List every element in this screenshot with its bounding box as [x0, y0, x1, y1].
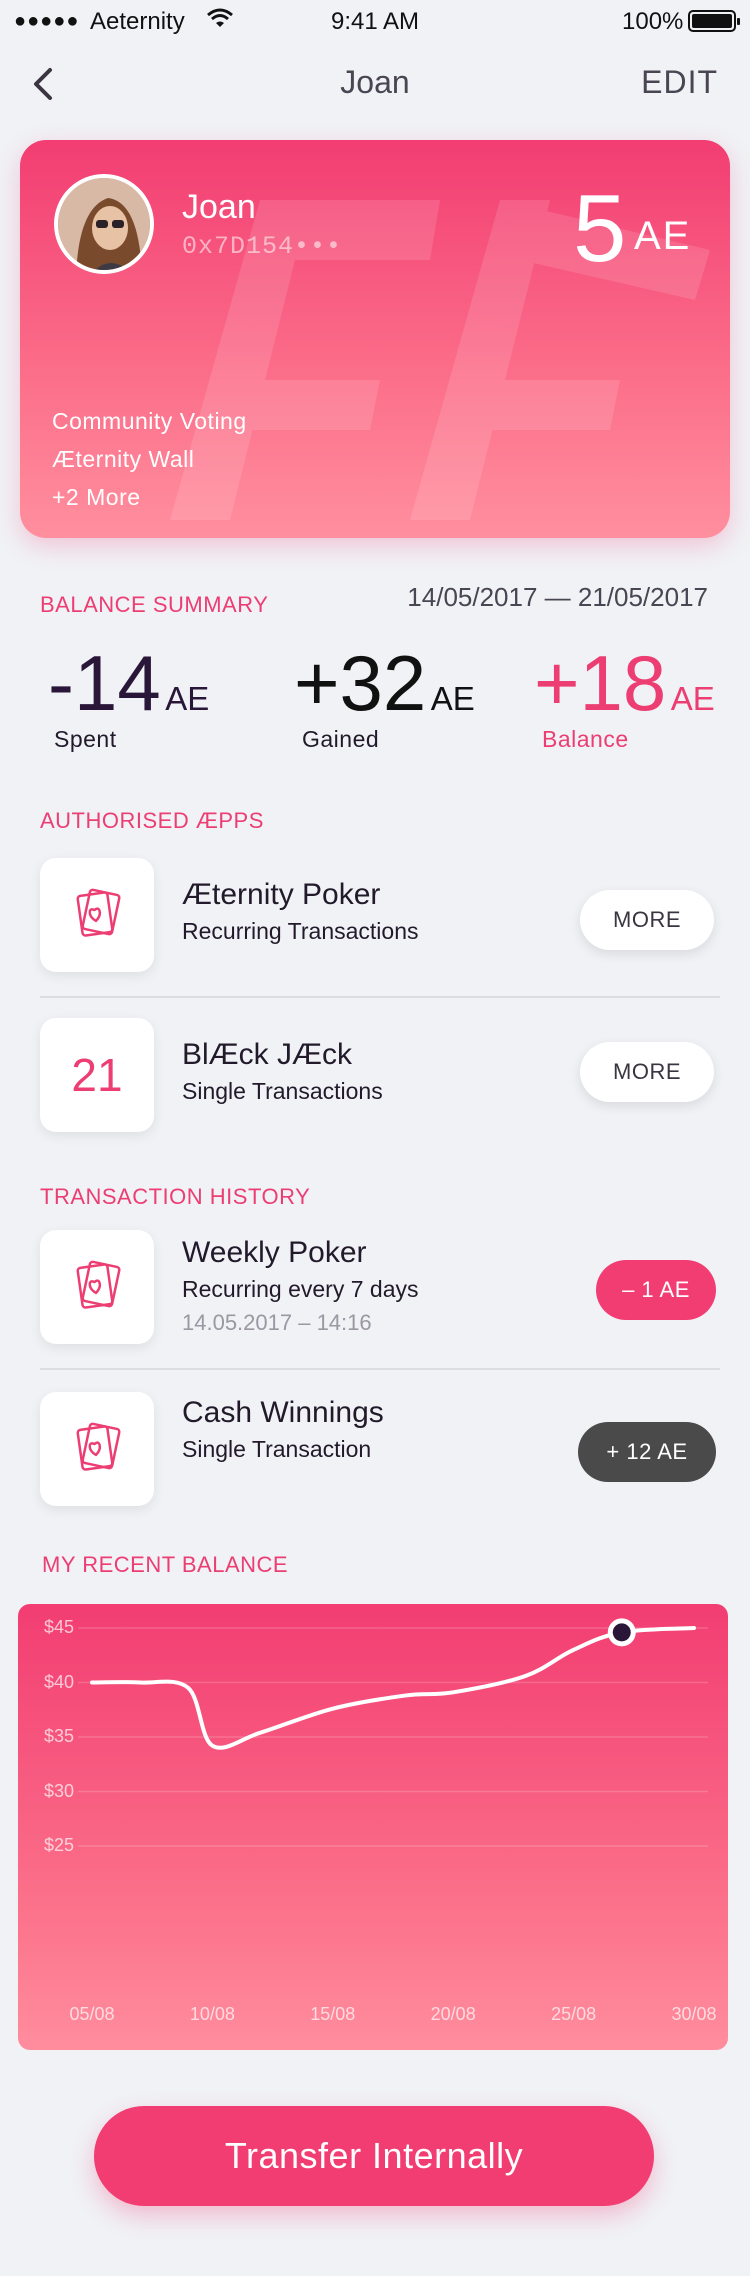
date-range[interactable]: 14/05/2017 — 21/05/2017 — [407, 582, 708, 613]
status-bar: ●●●●● Aeternity 9:41 AM 100% — [0, 0, 750, 40]
app-title: Æternity Poker — [182, 878, 381, 911]
divider — [40, 996, 720, 998]
profile-card[interactable]: Joan 0x7D154••• 5 AE Community Voting Æt… — [20, 140, 730, 538]
transaction-title: Weekly Poker — [182, 1236, 367, 1269]
cards-icon — [76, 1422, 121, 1471]
card-more-apps-link[interactable]: +2 More — [52, 484, 141, 511]
stat-label: Gained — [302, 726, 380, 752]
authorised-apps-heading: AUTHORISED ÆPPS — [40, 808, 264, 833]
transfer-internally-button[interactable]: Transfer Internally — [94, 2106, 654, 2206]
transaction-tile[interactable] — [40, 1392, 154, 1506]
y-tick-label: $40 — [44, 1671, 75, 1692]
wallet-address: 0x7D154••• — [182, 232, 343, 261]
avatar[interactable] — [54, 174, 154, 274]
transaction-title: Cash Winnings — [182, 1396, 384, 1429]
amount-badge[interactable]: + 12 AE — [578, 1422, 716, 1482]
balance-summary-heading: BALANCE SUMMARY — [40, 592, 269, 617]
stat-balance: +18 AE — [534, 638, 715, 729]
amount-badge[interactable]: – 1 AE — [596, 1260, 716, 1320]
divider — [40, 1368, 720, 1370]
page-title: Joan — [340, 64, 410, 100]
stat-gained: +32 AE — [294, 638, 475, 729]
stat-value: +32 — [294, 639, 427, 727]
cards-icon — [76, 1260, 121, 1309]
card-balance-unit: AE — [634, 214, 692, 258]
app-title: BlÆck JÆck — [182, 1038, 353, 1071]
more-button[interactable]: MORE — [580, 1042, 714, 1102]
transaction-history-heading: TRANSACTION HISTORY — [40, 1184, 311, 1209]
transaction-subtitle: Recurring every 7 days — [182, 1276, 419, 1302]
stat-value: -14 — [48, 639, 161, 727]
more-button[interactable]: MORE — [580, 890, 714, 950]
profile-name: Joan — [182, 188, 256, 226]
app-tile-blackjack[interactable]: 21 — [40, 1018, 154, 1132]
app-subtitle: Recurring Transactions — [182, 918, 419, 944]
transaction-tile[interactable] — [40, 1230, 154, 1344]
edit-button[interactable]: EDIT — [641, 64, 718, 101]
x-tick-label: 10/08 — [189, 2004, 235, 2024]
battery-percent: 100% — [622, 8, 684, 35]
y-tick-label: $30 — [44, 1780, 75, 1801]
stat-unit: AE — [165, 680, 210, 717]
y-tick-label: $25 — [44, 1835, 75, 1855]
chart-canvas — [78, 1618, 708, 1847]
stat-label: Balance — [542, 726, 629, 752]
stat-value: +18 — [534, 639, 667, 727]
x-tick-label: 30/08 — [671, 2004, 717, 2024]
balance-series-line — [90, 1626, 696, 1750]
app-subtitle: Single Transactions — [182, 1078, 383, 1104]
y-tick-label: $45 — [44, 1617, 75, 1637]
card-app-line: Community Voting — [52, 408, 247, 434]
transaction-date: 14.05.2017 – 14:16 — [182, 1310, 372, 1335]
x-tick-label: 25/08 — [551, 2004, 597, 2024]
transaction-subtitle: Single Transaction — [182, 1436, 372, 1462]
highlight-marker-dot[interactable] — [612, 1623, 631, 1642]
stat-label: Spent — [54, 726, 117, 752]
recent-balance-chart[interactable]: $45 $40 $35 $30 $25 05/08 10/08 15/08 20/08 25/08… — [18, 1604, 728, 2050]
card-app-line: Æternity Wall — [52, 446, 195, 472]
recent-balance-heading: MY RECENT BALANCE — [42, 1552, 289, 1577]
cards-icon — [76, 888, 121, 937]
stat-spent: -14 AE — [48, 638, 209, 729]
app-tile-poker[interactable] — [40, 858, 154, 972]
battery-icon — [688, 10, 740, 32]
x-tick-label: 20/08 — [430, 2004, 476, 2024]
stat-unit: AE — [670, 680, 715, 717]
stat-unit: AE — [430, 680, 475, 717]
x-tick-label: 05/08 — [69, 2004, 115, 2024]
x-tick-label: 15/08 — [310, 2004, 356, 2024]
y-tick-label: $35 — [44, 1726, 75, 1746]
card-balance-value: 5 — [573, 175, 627, 282]
